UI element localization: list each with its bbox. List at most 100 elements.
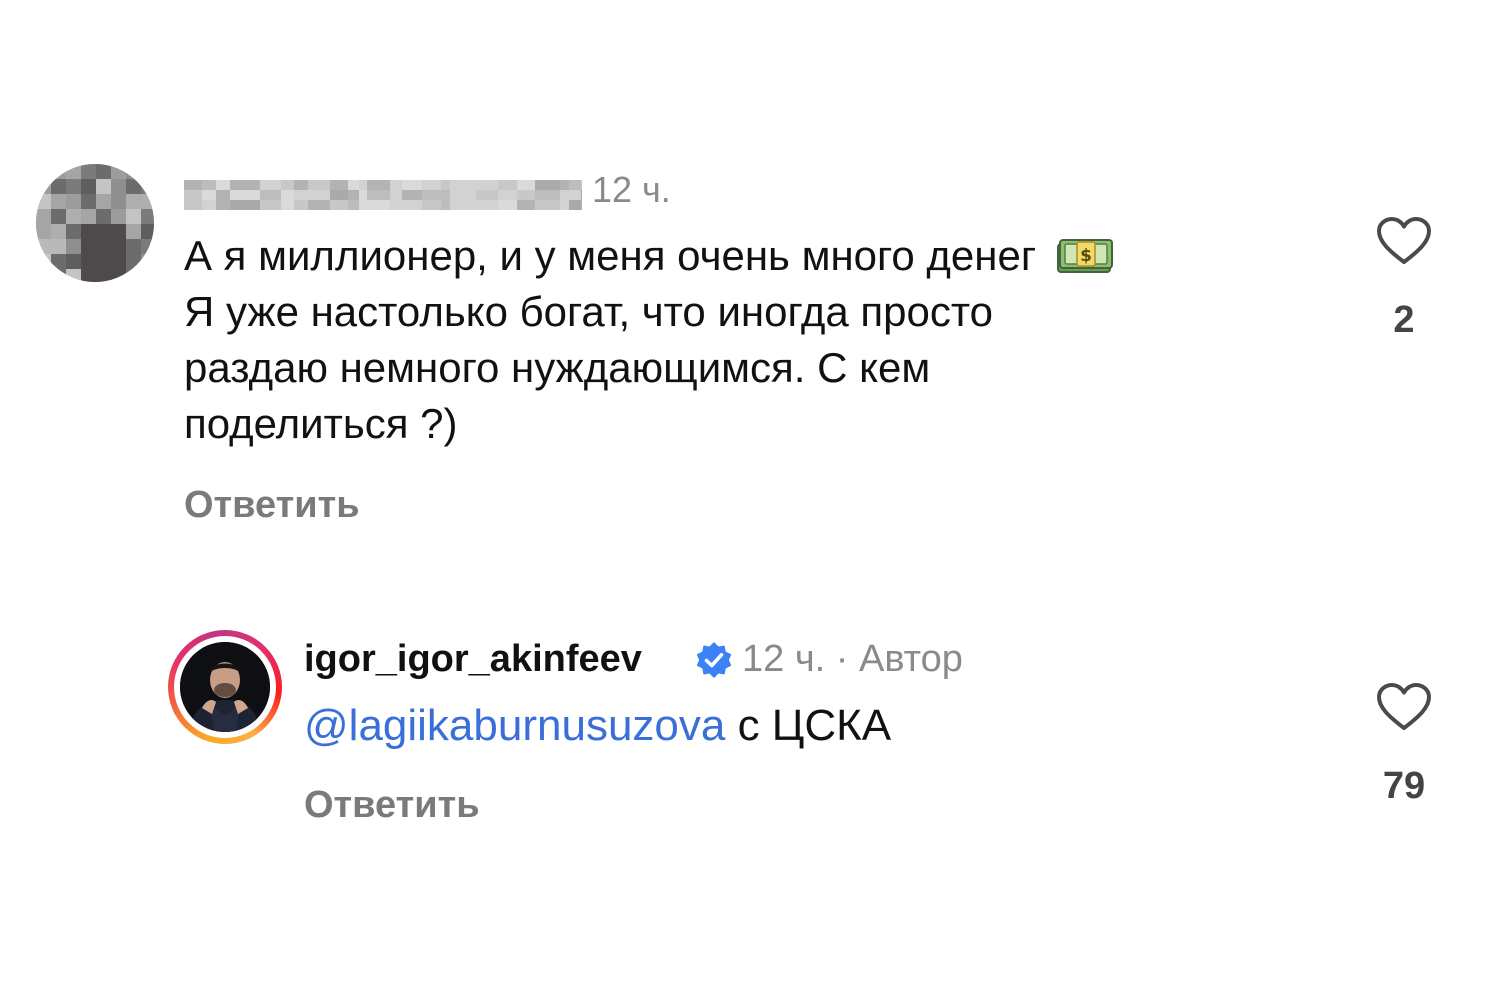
reply-button[interactable]: Ответить <box>184 482 360 528</box>
username-pixel <box>260 190 281 200</box>
avatar-pixel <box>36 179 52 195</box>
comment-text-line: А я миллионер, и у меня очень много дене… <box>184 228 1324 284</box>
heart-icon <box>1377 683 1431 730</box>
username-pixel <box>184 200 202 210</box>
avatar-pixel <box>36 164 52 180</box>
username-pixel <box>330 180 348 190</box>
username-pixel <box>535 190 560 200</box>
avatar-pixel <box>51 269 67 282</box>
avatar-pixel <box>111 254 127 270</box>
username-pixel <box>348 180 359 190</box>
avatar-pixel <box>126 164 142 180</box>
username-pixel <box>450 200 476 210</box>
username-pixel <box>281 200 294 210</box>
comment-text-line: раздаю немного нуждающимся. С кем <box>184 344 931 391</box>
comment-meta: 12 ч. · Автор <box>742 636 963 682</box>
comment-text: А я миллионер, и у меня очень много дене… <box>184 228 1324 452</box>
username-pixel <box>441 200 450 210</box>
username-pixel <box>359 180 367 190</box>
username-pixel <box>569 180 581 190</box>
avatar-pixel <box>81 179 97 195</box>
username-pixel <box>184 190 202 200</box>
comment-text: @lagiikaburnusuzova с ЦСКА <box>304 700 891 752</box>
avatar-pixel <box>141 209 154 225</box>
username-blurred[interactable] <box>184 172 582 212</box>
username-pixel <box>517 180 535 190</box>
avatar-story-ring[interactable] <box>168 630 282 744</box>
username-pixel <box>281 190 294 200</box>
like-button[interactable]: 2 <box>1374 216 1434 342</box>
avatar-blurred[interactable] <box>36 164 154 282</box>
username-pixel <box>581 180 582 190</box>
avatar-pixel <box>111 179 127 195</box>
username-pixel <box>359 200 367 210</box>
avatar-pixel <box>36 224 52 240</box>
username-pixel <box>441 190 450 200</box>
avatar-pixel <box>51 194 67 210</box>
avatar-pixel <box>96 209 112 225</box>
mention-link[interactable]: @lagiikaburnusuzova <box>304 701 725 750</box>
avatar-pixel <box>141 179 154 195</box>
username-pixel <box>294 190 308 200</box>
username-pixel <box>216 200 230 210</box>
username-pixel <box>260 180 281 190</box>
avatar-pixel <box>126 224 142 240</box>
username-pixel <box>560 200 569 210</box>
username-pixel <box>535 200 560 210</box>
comments-thread: 12 ч. А я миллионер, и у меня очень мног… <box>0 0 1500 1000</box>
avatar-pixel <box>81 224 97 240</box>
avatar-pixel <box>141 164 154 180</box>
username-pixel <box>367 180 390 190</box>
username-pixel <box>476 190 498 200</box>
username-pixel <box>498 200 517 210</box>
username-pixel <box>402 200 422 210</box>
verified-badge-icon <box>696 642 732 678</box>
avatar-pixel <box>111 269 127 282</box>
comment-time: 12 ч. <box>742 638 826 680</box>
avatar-pixel <box>141 254 154 270</box>
avatar-pixel <box>126 239 142 255</box>
avatar-pixel <box>96 164 112 180</box>
username-pixel <box>450 190 476 200</box>
username-pixel <box>390 200 402 210</box>
comment: igor_igor_akinfeev 12 ч. · Автор @lagiik… <box>0 630 1500 830</box>
username-pixel <box>476 200 498 210</box>
avatar-pixel <box>126 209 142 225</box>
username-pixel <box>294 200 308 210</box>
avatar-pixel <box>51 239 67 255</box>
svg-text:$: $ <box>1080 246 1092 266</box>
avatar-pixel <box>111 164 127 180</box>
avatar-pixel <box>81 194 97 210</box>
username-pixel <box>216 180 230 190</box>
username-pixel <box>450 180 476 190</box>
username-pixel <box>308 190 330 200</box>
avatar-pixel <box>36 194 52 210</box>
avatar-pixel <box>81 164 97 180</box>
avatar-pixel <box>111 209 127 225</box>
money-emoji-icon: $ <box>1057 239 1114 273</box>
username-pixel <box>308 200 330 210</box>
comment-time: 12 ч. <box>592 169 671 210</box>
username-pixel <box>441 180 450 190</box>
username-pixel <box>535 180 560 190</box>
avatar-pixel <box>81 239 97 255</box>
username-pixel <box>560 190 569 200</box>
like-button[interactable]: 79 <box>1374 682 1434 808</box>
username-pixel <box>348 200 359 210</box>
comment: 12 ч. А я миллионер, и у меня очень мног… <box>0 160 1500 540</box>
avatar-pixel <box>66 224 82 240</box>
username-pixel <box>359 190 367 200</box>
username-pixel <box>581 190 582 200</box>
avatar-pixel <box>66 164 82 180</box>
avatar-pixel <box>36 254 52 270</box>
username-pixel <box>560 180 569 190</box>
like-count: 2 <box>1393 299 1415 341</box>
username-pixel <box>230 180 260 190</box>
username-pixel <box>402 180 422 190</box>
avatar-pixel <box>36 209 52 225</box>
username-pixel <box>422 180 441 190</box>
username[interactable]: igor_igor_akinfeev <box>304 636 642 682</box>
avatar-pixel <box>36 239 52 255</box>
reply-button[interactable]: Ответить <box>304 782 480 828</box>
username-pixel <box>390 190 402 200</box>
